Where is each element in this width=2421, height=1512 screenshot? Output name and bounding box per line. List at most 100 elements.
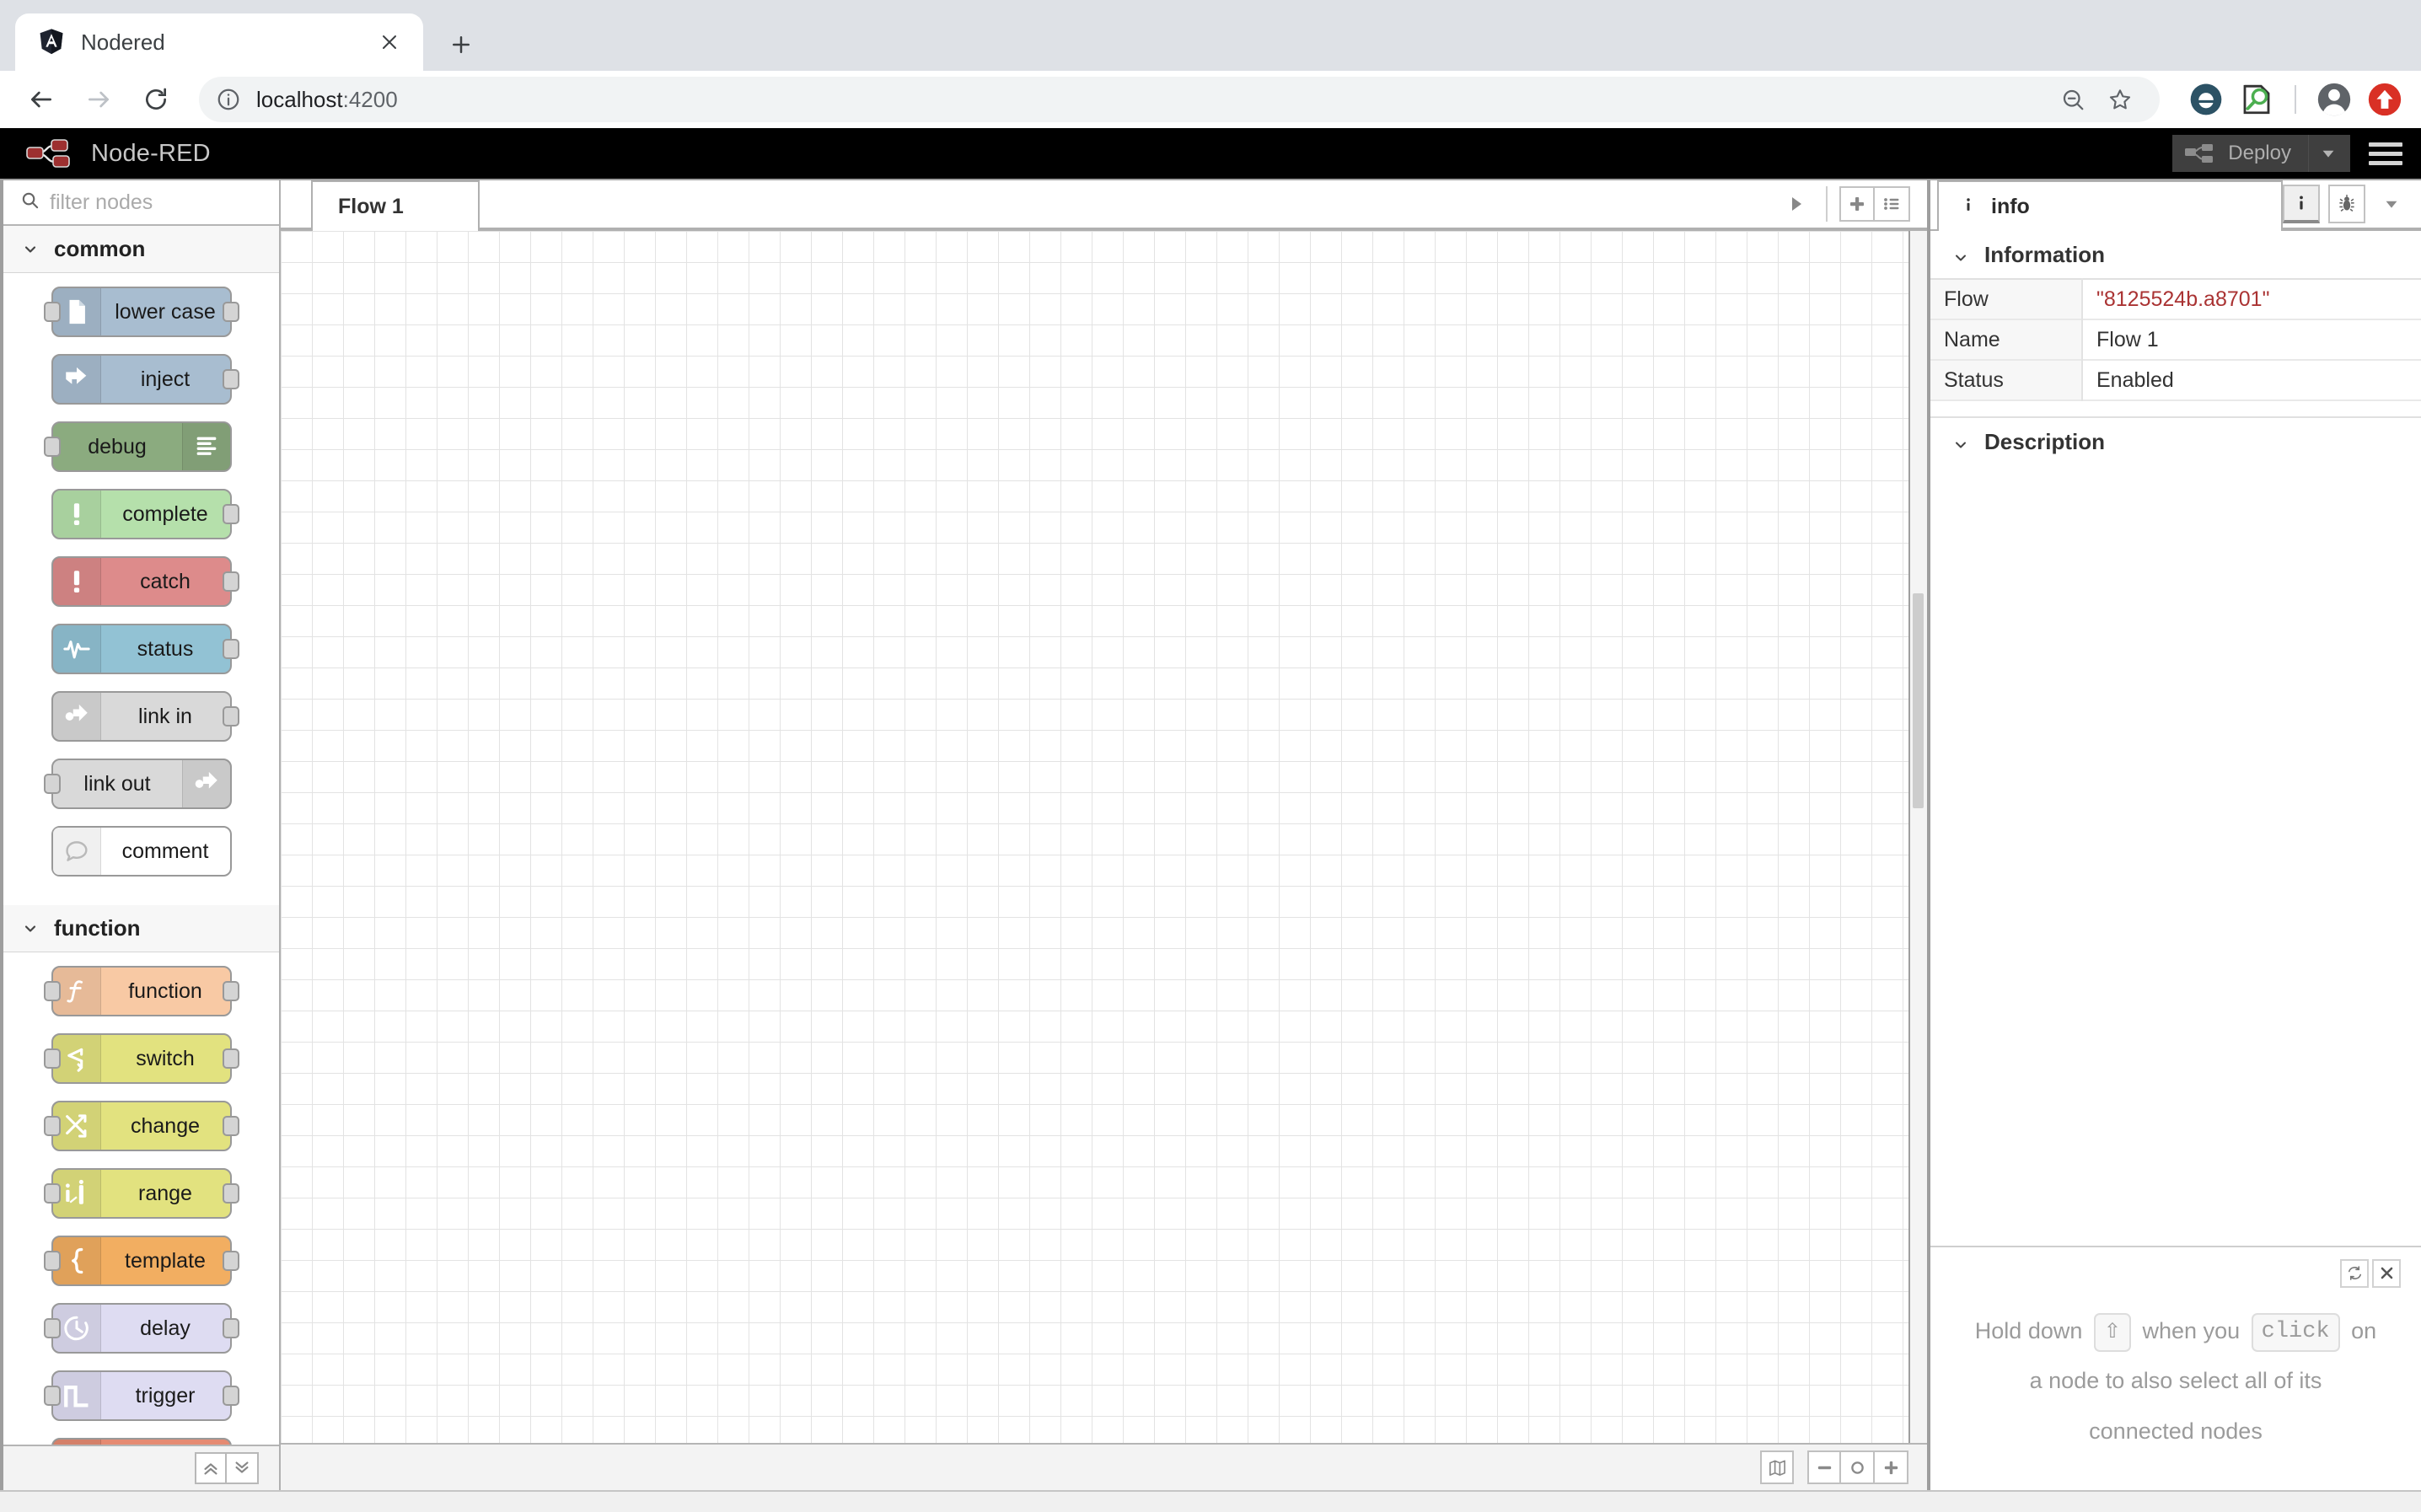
browser-extensions — [2177, 78, 2406, 121]
update-arrow-icon[interactable] — [2364, 78, 2406, 121]
node-input-port[interactable] — [43, 302, 61, 322]
palette-category-common[interactable]: common — [3, 226, 279, 273]
palette-nodes-common: lower case inject debug complete catch s… — [3, 273, 279, 905]
node-output-port[interactable] — [222, 369, 239, 389]
node-input-port[interactable] — [43, 1318, 61, 1338]
node-input-port[interactable] — [43, 1116, 61, 1136]
play-icon[interactable] — [1779, 186, 1814, 222]
palette-node-debug[interactable]: debug — [43, 421, 232, 472]
palette-node-catch[interactable]: catch — [51, 556, 239, 607]
hamburger-menu-icon[interactable] — [2364, 135, 2408, 172]
circle-icon[interactable] — [1841, 1450, 1875, 1484]
map-icon[interactable] — [1760, 1450, 1794, 1484]
palette-node-exec[interactable]: exec — [51, 1438, 232, 1445]
close-icon[interactable] — [2372, 1258, 2401, 1288]
tip-panel-tools — [2340, 1258, 2401, 1288]
palette-node-function[interactable]: function — [43, 966, 239, 1016]
palette-node-trigger[interactable]: trigger — [43, 1370, 239, 1421]
node-input-port[interactable] — [43, 981, 61, 1001]
back-arrow-icon[interactable] — [15, 73, 67, 126]
node-red-header: Node-RED Deploy — [0, 128, 2421, 179]
bug-icon[interactable] — [2328, 185, 2365, 223]
sidebar-tab-info[interactable]: info — [1937, 180, 2283, 231]
refresh-icon[interactable] — [2340, 1258, 2369, 1288]
extension-e-icon[interactable] — [2185, 78, 2227, 121]
double-chevron-down-icon[interactable] — [227, 1452, 259, 1484]
palette-node-template[interactable]: template — [43, 1236, 239, 1286]
palette-search-input[interactable] — [50, 190, 262, 215]
plus-icon[interactable] — [1875, 1450, 1908, 1484]
chevron-down-icon[interactable] — [2308, 135, 2347, 172]
node-output-port[interactable] — [222, 1116, 239, 1136]
palette-category-function[interactable]: function — [3, 905, 279, 952]
flow-tab-flow-1[interactable]: Flow 1 — [311, 180, 480, 231]
palette-node-range[interactable]: range — [43, 1168, 239, 1219]
zoom-out-icon[interactable] — [2050, 77, 2096, 122]
palette-node-switch[interactable]: switch — [43, 1033, 239, 1084]
reload-icon[interactable] — [130, 73, 182, 126]
information-section-header[interactable]: Information — [1930, 231, 2421, 278]
canvas-scrollbar-thumb[interactable] — [1913, 593, 1924, 808]
table-row: Flow "8125524b.a8701" — [1930, 279, 2421, 319]
new-tab-button[interactable] — [435, 19, 487, 71]
palette-node-link-out[interactable]: link out — [43, 759, 232, 809]
description-section-header[interactable]: Description — [1930, 418, 2421, 465]
node-input-port[interactable] — [43, 774, 61, 794]
info-circle-icon[interactable] — [216, 87, 241, 112]
node-input-port[interactable] — [43, 1183, 61, 1204]
node-input-port[interactable] — [43, 1251, 61, 1271]
node-output-port[interactable] — [222, 504, 239, 524]
add-flow-button[interactable] — [1839, 186, 1875, 222]
node-output-port[interactable] — [222, 639, 239, 659]
palette-node-link-in[interactable]: link in — [51, 691, 239, 742]
palette-search[interactable] — [3, 180, 279, 226]
palette-node-label: debug — [88, 434, 147, 458]
extension-inspect-icon[interactable] — [2236, 78, 2278, 121]
node-output-port[interactable] — [222, 1318, 239, 1338]
address-bar[interactable]: localhost:4200 — [199, 77, 2160, 122]
sidebar-info-button[interactable] — [2283, 185, 2320, 223]
palette-node-change[interactable]: change — [43, 1101, 239, 1151]
tip-text: Hold down ⇧ when you click on a node to … — [1956, 1306, 2396, 1456]
canvas-vertical-scrollbar[interactable] — [1908, 231, 1927, 1443]
node-output-port[interactable] — [222, 1183, 239, 1204]
node-output-port[interactable] — [222, 1386, 239, 1406]
profile-avatar-icon[interactable] — [2313, 78, 2355, 121]
double-chevron-up-icon[interactable] — [195, 1452, 227, 1484]
browser-tab[interactable]: Nodered — [15, 13, 423, 71]
forward-arrow-icon[interactable] — [72, 73, 125, 126]
info-value-name: Flow 1 — [2096, 327, 2159, 351]
palette-node-status[interactable]: status — [51, 624, 239, 674]
palette-node-delay[interactable]: delay — [43, 1303, 239, 1354]
palette-node-complete[interactable]: complete — [51, 489, 239, 539]
browser-tabstrip: Nodered — [0, 0, 2421, 71]
sidebar-more-button[interactable] — [2374, 185, 2409, 223]
palette-node-comment[interactable]: comment — [51, 826, 232, 877]
node-red-app: Node-RED Deploy filter nodes common lowe… — [0, 128, 2421, 1512]
node-output-port[interactable] — [222, 571, 239, 592]
debug-lines-icon — [181, 423, 230, 470]
node-output-port[interactable] — [222, 1251, 239, 1271]
close-icon[interactable] — [373, 25, 406, 59]
palette-node-lower-case[interactable]: lower case — [43, 287, 239, 337]
palette-node-label: lower case — [115, 299, 216, 324]
list-flows-button[interactable] — [1875, 186, 1910, 222]
info-key: Status — [1930, 360, 2083, 400]
info-value-status: Enabled — [2096, 367, 2174, 392]
node-output-port[interactable] — [222, 706, 239, 727]
chevron-down-icon — [22, 920, 39, 937]
star-icon[interactable] — [2097, 77, 2143, 122]
node-input-port[interactable] — [43, 437, 61, 457]
node-output-port[interactable] — [222, 302, 239, 322]
canvas-grid — [281, 231, 1927, 1443]
node-output-port[interactable] — [222, 981, 239, 1001]
node-input-port[interactable] — [43, 1386, 61, 1406]
deploy-button[interactable]: Deploy — [2172, 135, 2350, 172]
canvas-footer — [281, 1443, 1927, 1490]
minus-icon[interactable] — [1807, 1450, 1841, 1484]
node-input-port[interactable] — [43, 1048, 61, 1069]
flow-canvas[interactable] — [281, 231, 1927, 1443]
node-output-port[interactable] — [222, 1048, 239, 1069]
tip-part-2: when you — [2142, 1317, 2241, 1343]
palette-node-inject[interactable]: inject — [51, 354, 239, 405]
